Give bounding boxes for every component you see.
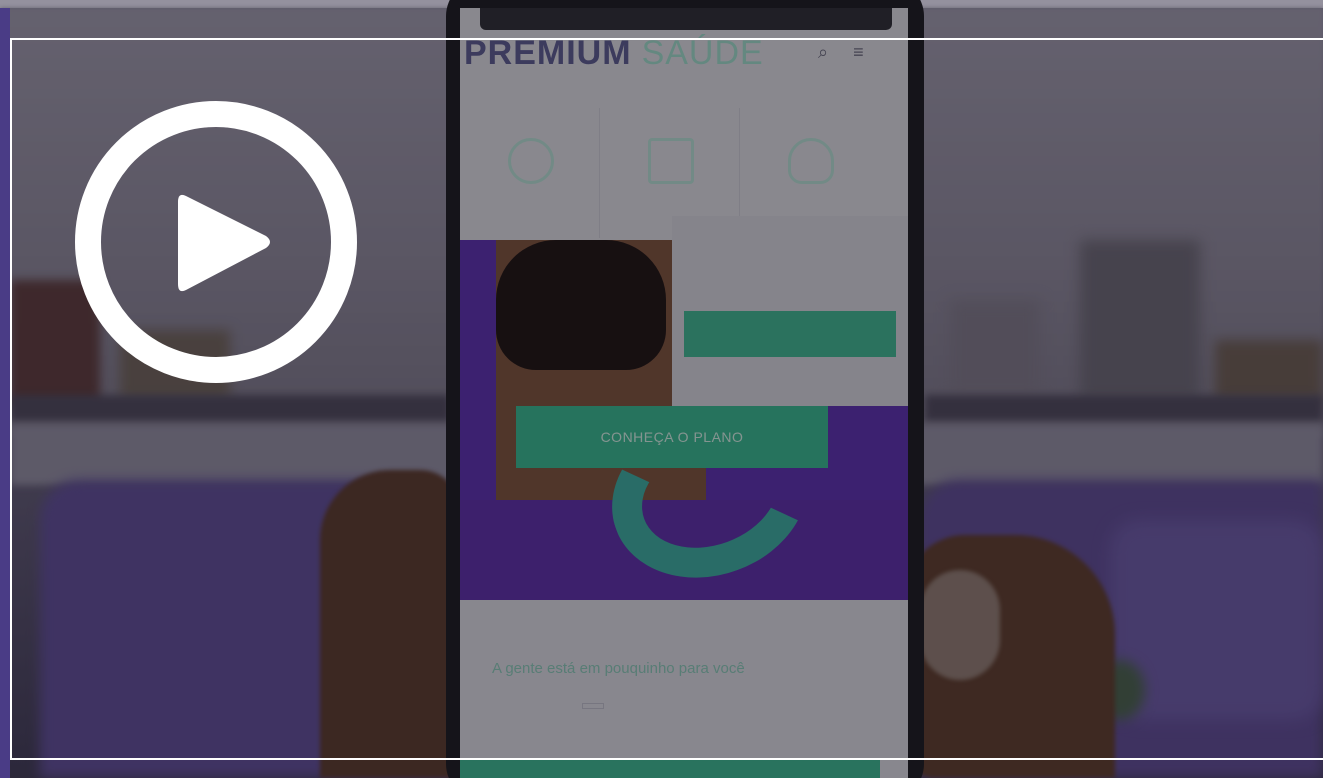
play-button[interactable] — [74, 100, 358, 384]
video-thumbnail[interactable]: PREMIUM SAÚDE ⌕ ≡ CONHEÇA O PLANO A gent… — [0, 0, 1323, 778]
left-strip — [0, 8, 10, 778]
play-circle-icon — [75, 101, 357, 383]
